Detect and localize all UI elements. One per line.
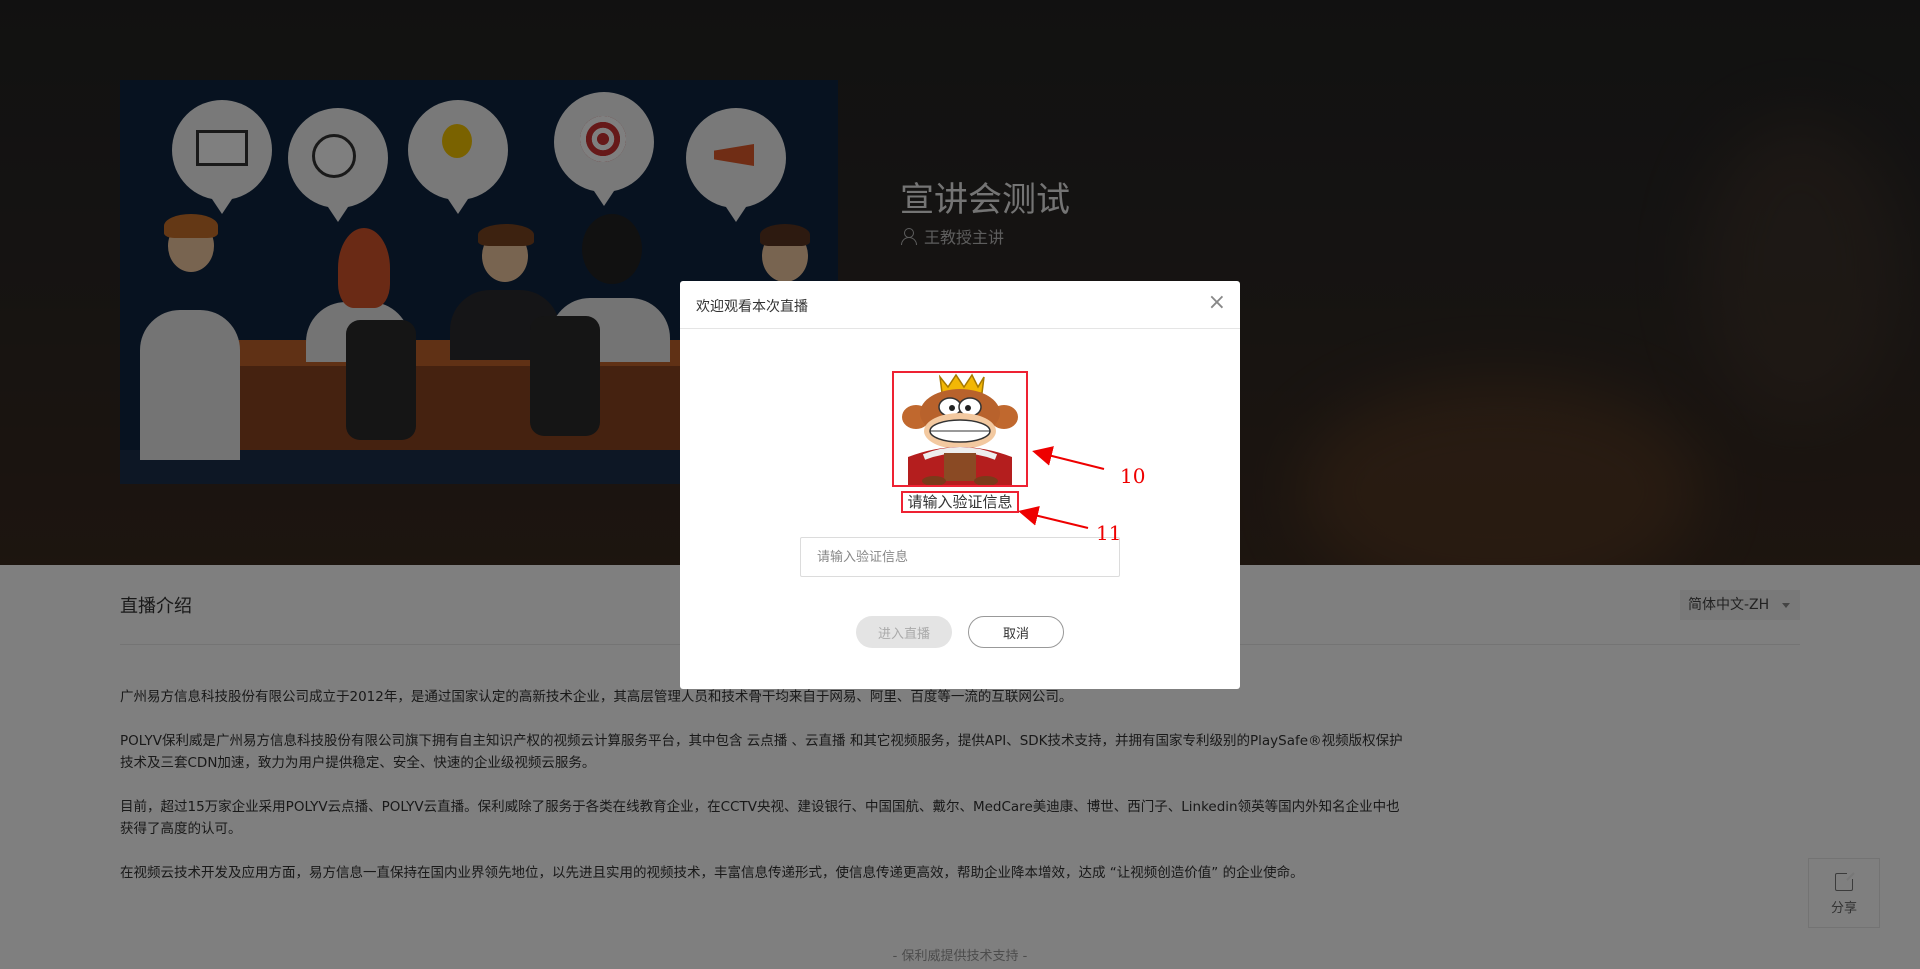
auth-image <box>892 371 1028 487</box>
auth-prompt-text: 请输入验证信息 <box>901 491 1019 513</box>
annotation-label: 10 <box>1120 464 1146 488</box>
auth-modal: 欢迎观看本次直播 × 请输入验证信息 进入直播 取消 <box>680 281 1240 689</box>
auth-input[interactable] <box>800 537 1120 577</box>
close-icon[interactable]: × <box>1208 291 1226 315</box>
monkey-king-illustration <box>902 373 1018 485</box>
enter-live-button[interactable]: 进入直播 <box>856 616 952 648</box>
cancel-button[interactable]: 取消 <box>968 616 1064 648</box>
annotation-label: 11 <box>1096 521 1122 545</box>
modal-title: 欢迎观看本次直播 <box>696 299 808 315</box>
auth-prompt: 请输入验证信息 <box>680 491 1240 513</box>
modal-header: 欢迎观看本次直播 × <box>680 281 1240 329</box>
